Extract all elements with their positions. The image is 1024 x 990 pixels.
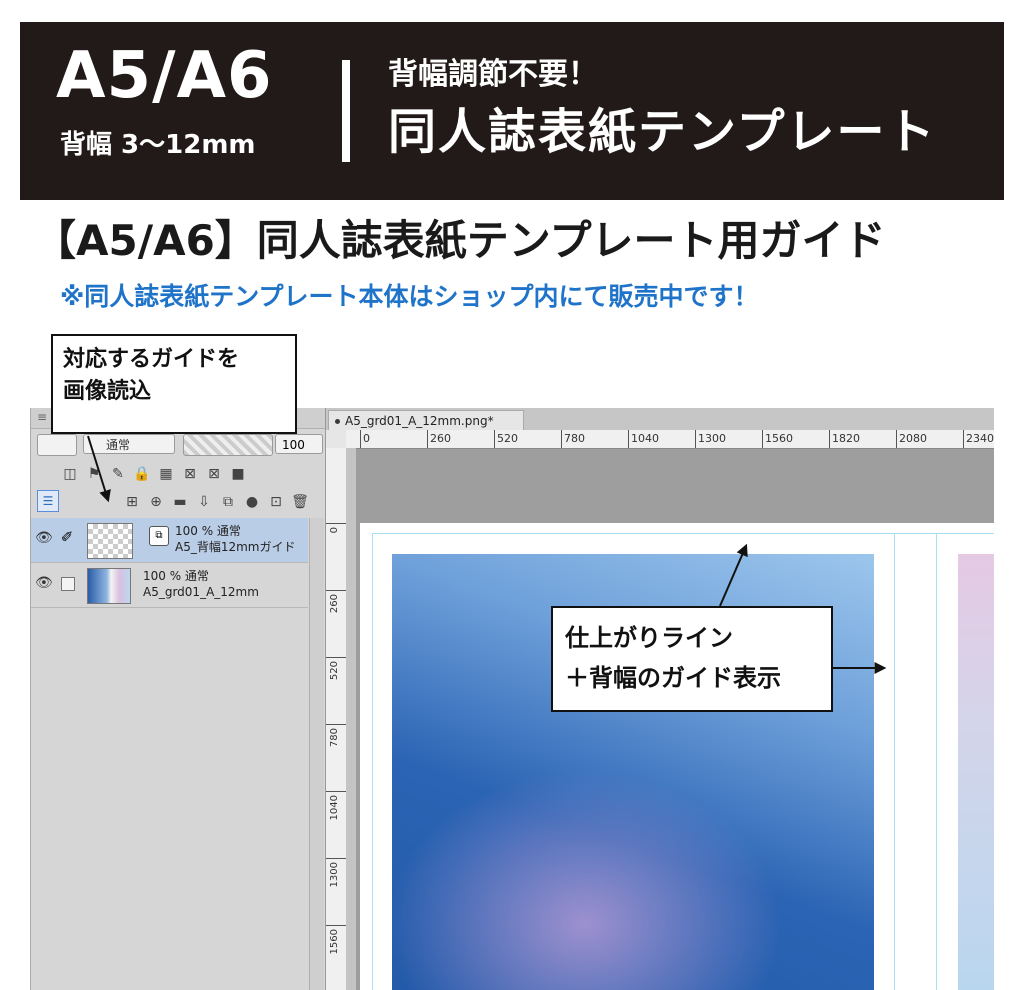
reference-icon[interactable]: ⚑ bbox=[85, 465, 103, 483]
cover-artwork-front bbox=[958, 554, 994, 990]
ruler-tick bbox=[326, 791, 346, 792]
layer-thumbnail bbox=[87, 523, 133, 559]
callout-guide-display: 仕上がりライン ＋背幅のガイド表示 bbox=[551, 606, 833, 712]
opacity-slider[interactable] bbox=[183, 434, 273, 456]
ruler-tick-label: 260 bbox=[427, 430, 451, 448]
ruler-tick-label: 0 bbox=[329, 527, 340, 534]
ruler-tick bbox=[326, 657, 346, 658]
menu-icon[interactable]: ≡ bbox=[37, 410, 47, 424]
layer-toolbar-row-1: ◫ ⚑ ✎ 🔒 ▦ ⊠ ⊠ ■ bbox=[31, 460, 325, 488]
callout-load-guide-line2: 画像読込 bbox=[63, 379, 152, 404]
ruler-tick-label: 260 bbox=[329, 594, 340, 614]
ruler-tick-label: 520 bbox=[494, 430, 518, 448]
mask-show-icon[interactable]: ⊠ bbox=[205, 465, 223, 483]
new-vector-layer-icon[interactable]: ⊕ bbox=[147, 493, 165, 511]
ruler-tick-label: 1820 bbox=[829, 430, 860, 448]
layer-color-select[interactable] bbox=[37, 434, 77, 456]
banner-divider bbox=[342, 60, 350, 162]
document-tab-bar: A5_grd01_A_12mm.png* bbox=[326, 408, 994, 431]
layer-row-image[interactable]: 👁 100 % 通常 A5_grd01_A_12mm bbox=[31, 563, 308, 608]
document-canvas[interactable] bbox=[360, 523, 994, 990]
spine-guide-right bbox=[936, 533, 937, 990]
ruler-tick-label: 1040 bbox=[628, 430, 659, 448]
layer-name: A5_背幅12mmガイド bbox=[175, 540, 296, 554]
visibility-eye-icon[interactable]: 👁 bbox=[35, 575, 53, 591]
mask-icon[interactable]: ● bbox=[243, 493, 261, 511]
ruler-tick bbox=[326, 724, 346, 725]
layer-name: A5_grd01_A_12mm bbox=[143, 585, 259, 599]
layer-panel-scrollbar[interactable] bbox=[309, 518, 324, 990]
ruler-tick-label: 1560 bbox=[762, 430, 793, 448]
ruler-tick-label: 1560 bbox=[329, 929, 340, 955]
layer-panel: ≡ 通常 100 ◫ ⚑ ✎ 🔒 ▦ ⊠ ⊠ ■ ☰ ⊞ ⊕ ▬ ⇩ ⧉ ● ⊡… bbox=[31, 408, 326, 990]
new-raster-layer-icon[interactable]: ⊞ bbox=[123, 493, 141, 511]
lock-icon[interactable]: 🔒 bbox=[133, 465, 151, 483]
document-tab-title: A5_grd01_A_12mm.png* bbox=[345, 414, 494, 428]
layer-toolbar-row-2: ⊞ ⊕ ▬ ⇩ ⧉ ● ⊡ 🗑 bbox=[31, 488, 325, 516]
trash-icon[interactable]: 🗑 bbox=[291, 493, 309, 511]
transfer-down-icon[interactable]: ⇩ bbox=[195, 493, 213, 511]
document-tab[interactable]: A5_grd01_A_12mm.png* bbox=[328, 410, 524, 430]
image-layer-icon: ⧉ bbox=[149, 526, 169, 546]
lock-transparency-icon[interactable]: ▦ bbox=[157, 465, 175, 483]
page-subtitle: ※同人誌表紙テンプレート本体はショップ内にて販売中です！ bbox=[60, 282, 759, 311]
clip-icon[interactable]: ◫ bbox=[61, 465, 79, 483]
bleed-guide-left bbox=[372, 533, 373, 990]
ruler-tick-label: 2080 bbox=[896, 430, 927, 448]
callout-guide-line2: ＋背幅のガイド表示 bbox=[565, 664, 781, 692]
apply-mask-icon[interactable]: ⊡ bbox=[267, 493, 285, 511]
draft-icon[interactable]: ✎ bbox=[109, 465, 127, 483]
ruler-tick-label: 780 bbox=[329, 728, 340, 748]
trim-guide-right bbox=[894, 533, 895, 990]
spine-range-text: 背幅 3〜12mm bbox=[60, 130, 256, 160]
size-heading: A5/A6 bbox=[56, 39, 273, 113]
ruler-tick-label: 1300 bbox=[329, 862, 340, 888]
blend-mode-select[interactable]: 通常 bbox=[83, 434, 175, 454]
layer-checkbox[interactable] bbox=[61, 577, 75, 591]
page-title: 【A5/A6】同人誌表紙テンプレート用ガイド bbox=[34, 216, 886, 265]
bleed-guide-top bbox=[372, 533, 994, 534]
callout-guide-line1: 仕上がりライン bbox=[565, 624, 733, 652]
callout-load-guide-line1: 対応するガイドを bbox=[63, 347, 240, 372]
tagline-top: 背幅調節不要！ bbox=[388, 57, 598, 92]
pen-edit-icon[interactable]: ✐ bbox=[57, 528, 77, 550]
ruler-tick bbox=[326, 590, 346, 591]
new-folder-icon[interactable]: ▬ bbox=[171, 493, 189, 511]
layer-opacity-blend: 100 % 通常 bbox=[143, 569, 209, 583]
canvas-gutter bbox=[346, 448, 356, 990]
header-banner: A5/A6 背幅 3〜12mm 背幅調節不要！ 同人誌表紙テンプレート bbox=[20, 22, 1004, 200]
layer-opacity-blend: 100 % 通常 bbox=[175, 524, 241, 538]
tagline-main: 同人誌表紙テンプレート bbox=[388, 104, 937, 160]
layer-row-guide[interactable]: 👁 ✐ ⧉ 100 % 通常 A5_背幅12mmガイド bbox=[31, 518, 308, 563]
ruler-tick bbox=[326, 858, 346, 859]
opacity-input[interactable]: 100 bbox=[275, 434, 323, 454]
merge-down-icon[interactable]: ⧉ bbox=[219, 493, 237, 511]
app-window: ≡ 通常 100 ◫ ⚑ ✎ 🔒 ▦ ⊠ ⊠ ■ ☰ ⊞ ⊕ ▬ ⇩ ⧉ ● ⊡… bbox=[30, 408, 994, 990]
visibility-eye-icon[interactable]: 👁 bbox=[35, 530, 53, 546]
ruler-corner bbox=[326, 430, 347, 449]
layer-controls: 通常 100 bbox=[31, 432, 325, 460]
ruler-tick-label: 520 bbox=[329, 661, 340, 681]
horizontal-ruler[interactable]: 0 260 520 780 1040 1300 1560 1820 2080 2340 bbox=[346, 430, 994, 449]
ruler-tick-label: 2340 bbox=[963, 430, 994, 448]
ruler-tick-label: 1040 bbox=[329, 795, 340, 821]
ruler-tick-label: 0 bbox=[360, 430, 370, 448]
unsaved-dot-icon bbox=[335, 419, 340, 424]
ruler-tick-label: 780 bbox=[561, 430, 585, 448]
ruler-tick-label: 1300 bbox=[695, 430, 726, 448]
vertical-ruler[interactable]: 0 260 520 780 1040 1300 1560 bbox=[326, 448, 347, 990]
mask-enable-icon[interactable]: ⊠ bbox=[181, 465, 199, 483]
callout-load-guide: 対応するガイドを 画像読込 bbox=[51, 334, 297, 434]
layer-color-icon[interactable]: ■ bbox=[229, 465, 247, 483]
ruler-tick bbox=[326, 523, 346, 524]
layer-thumbnail bbox=[87, 568, 131, 604]
ruler-tick bbox=[326, 925, 346, 926]
